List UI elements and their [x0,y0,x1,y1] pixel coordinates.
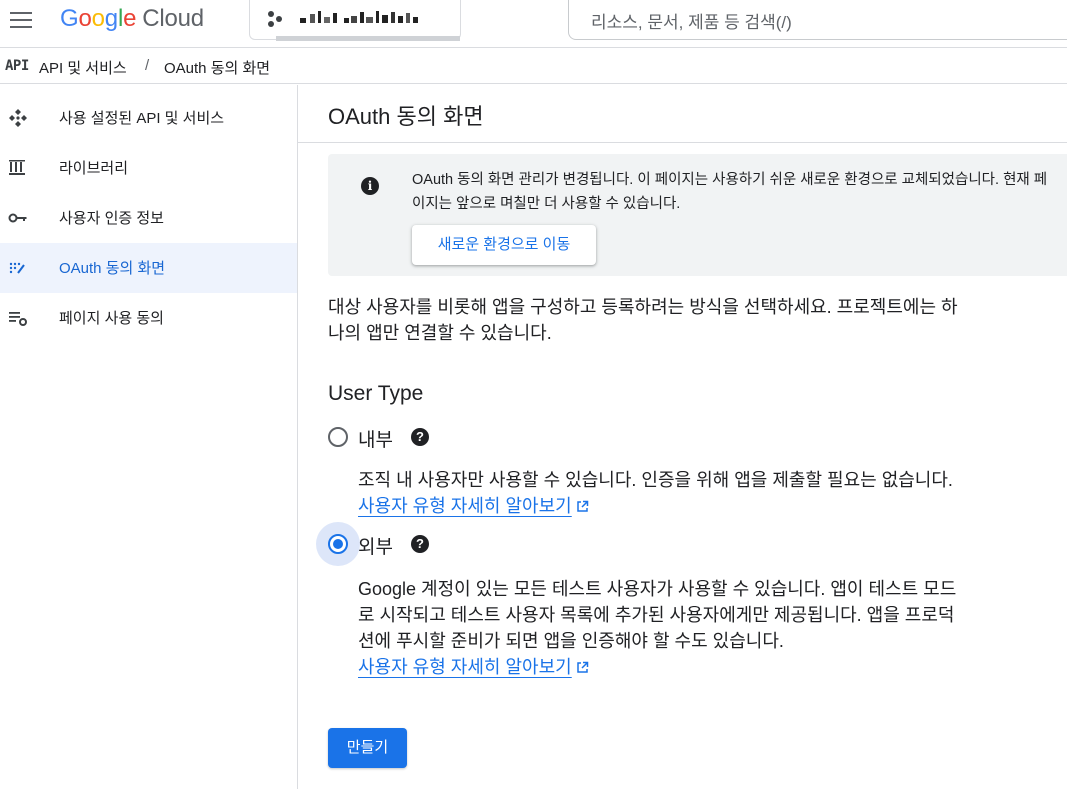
project-icon [268,11,282,27]
breadcrumb-separator: / [145,57,150,74]
go-to-new-experience-button[interactable]: 새로운 환경으로 이동 [412,225,596,265]
external-link-icon [576,661,588,673]
logo-letter-2: o [78,5,92,32]
logo-letter-4: g [104,5,118,32]
oauth-consent-icon [9,262,25,274]
search-placeholder: 리소스, 문서, 제품 등 검색(/) [591,13,792,32]
sidebar-item-oauth-consent[interactable]: OAuth 동의 화면 [0,243,297,293]
internal-label: 내부 [358,430,393,451]
sidebar-item-label: 라이브러리 [59,160,129,177]
logo-letter-1: G [60,5,79,32]
internal-description-text: 조직 내 사용자만 사용할 수 있습니다. 인증을 위해 앱을 제출할 필요는 … [358,470,953,490]
sidebar-item-page-usage-agreement[interactable]: 페이지 사용 동의 [0,293,297,343]
external-description: Google 계정이 있는 모든 테스트 사용자가 사용할 수 있습니다. 앱이… [358,576,968,680]
internal-radio[interactable] [328,427,348,447]
breadcrumb: API API 및 서비스 / OAuth 동의 화면 [0,48,1067,84]
create-button[interactable]: 만들기 [328,728,407,768]
sidebar-item-label: 사용자 인증 정보 [59,210,164,227]
sidebar-item-label: 사용 설정된 API 및 서비스 [59,110,225,127]
project-underline [276,36,460,41]
sidebar-item-library[interactable]: 라이브러리 [0,143,297,193]
page-title: OAuth 동의 화면 [328,104,484,129]
external-learn-more-link[interactable]: 사용자 유형 자세히 알아보기 [358,657,572,677]
user-type-internal-option[interactable]: 내부 ? [316,415,446,455]
radio-selected-dot [333,539,343,549]
page-usage-agreement-icon [9,312,27,326]
sidebar-item-credentials[interactable]: 사용자 인증 정보 [0,193,297,243]
google-cloud-logo[interactable]: Google Cloud [60,5,204,33]
search-input[interactable]: 리소스, 문서, 제품 등 검색(/) [568,0,1067,40]
breadcrumb-current: OAuth 동의 화면 [164,60,271,77]
api-icon: API [5,58,29,74]
external-radio[interactable] [328,534,348,554]
sidebar-item-label: OAuth 동의 화면 [59,260,166,277]
logo-product: Cloud [142,5,204,32]
main-menu-icon[interactable] [10,12,32,28]
external-link-icon [576,500,588,512]
logo-letter-3: o [91,5,105,32]
external-label: 외부 [358,537,393,558]
external-description-text: Google 계정이 있는 모든 테스트 사용자가 사용할 수 있습니다. 앱이… [358,579,957,651]
migration-banner: i OAuth 동의 화면 관리가 변경됩니다. 이 페이지는 사용하기 쉬운 … [328,154,1067,276]
info-icon: i [361,177,379,195]
project-name-redacted [300,8,440,28]
project-picker[interactable] [249,0,461,40]
intro-text: 대상 사용자를 비롯해 앱을 구성하고 등록하려는 방식을 선택하세요. 프로젝… [328,297,958,343]
top-bar: Google Cloud 리소스, 문서, 제품 등 검색(/) [0,0,1067,48]
user-type-external-option[interactable]: 외부 ? [316,522,446,566]
library-icon [9,160,25,175]
key-icon [8,213,27,223]
api-services-icon [9,109,27,127]
sidebar-item-enabled-apis[interactable]: 사용 설정된 API 및 서비스 [0,93,297,143]
banner-text: OAuth 동의 화면 관리가 변경됩니다. 이 페이지는 사용하기 쉬운 새로… [412,172,1048,212]
breadcrumb-parent[interactable]: API 및 서비스 [39,57,127,78]
sidebar-item-label: 페이지 사용 동의 [59,310,164,327]
internal-description: 조직 내 사용자만 사용할 수 있습니다. 인증을 위해 앱을 제출할 필요는 … [358,467,968,519]
internal-learn-more-link[interactable]: 사용자 유형 자세히 알아보기 [358,496,572,516]
user-type-title: User Type [328,382,424,405]
sidebar: 사용 설정된 API 및 서비스 라이브러리 사용자 인증 정보 OAuth 동… [0,85,298,789]
page-header: OAuth 동의 화면 [298,85,1067,143]
logo-letter-6: e [123,5,137,32]
help-icon[interactable]: ? [411,535,429,553]
help-icon[interactable]: ? [411,428,429,446]
